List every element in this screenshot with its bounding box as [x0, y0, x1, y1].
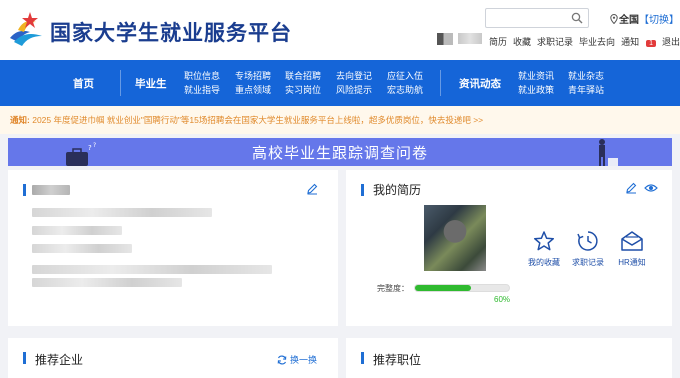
- favorites-action[interactable]: 我的收藏: [526, 230, 562, 268]
- site-title[interactable]: 国家大学生就业服务平台: [50, 17, 292, 47]
- notice-bar[interactable]: 通知: 2025 年度促进巾帼 就业创业"国聘行动"等15场招聘会在国家大学生就…: [0, 106, 680, 134]
- main-nav: 首页 毕业生 职位信息 就业指导 专场招聘 重点领域 联合招聘 实习岗位 去向登…: [0, 60, 680, 106]
- refresh-label: 换一换: [290, 355, 318, 365]
- nav-employment-policy[interactable]: 就业政策: [518, 83, 554, 97]
- nav-group-5: 应征入伍 宏志助航: [387, 69, 423, 97]
- resume-photo[interactable]: [424, 205, 486, 271]
- completeness-progress-fill: [415, 285, 472, 291]
- nav-employment-news[interactable]: 就业资讯: [518, 69, 554, 83]
- profile-info-line: [32, 244, 132, 253]
- profile-name: [32, 185, 70, 195]
- user-name[interactable]: [458, 33, 482, 44]
- nav-joint-recruitment[interactable]: 联合招聘: [285, 69, 321, 83]
- job-record-action[interactable]: 求职记录: [570, 230, 606, 268]
- nav-internship[interactable]: 实习岗位: [285, 83, 321, 97]
- card-accent-bar: [361, 184, 364, 196]
- logout-link[interactable]: 退出: [662, 37, 680, 47]
- profile-info-line: [32, 278, 182, 287]
- refresh-button[interactable]: 换一换: [277, 353, 317, 366]
- completeness-label: 完整度：: [377, 284, 409, 293]
- completeness-percent: 60%: [494, 295, 511, 304]
- person-figure-icon: [599, 139, 618, 166]
- nav-group-6: 就业资讯 就业政策: [518, 69, 554, 97]
- resume-link[interactable]: 简历: [489, 37, 507, 47]
- nav-special-recruitment[interactable]: 专场招聘: [235, 69, 271, 83]
- nav-divider: [120, 70, 121, 96]
- card-accent-bar: [361, 352, 364, 364]
- profile-info-line: [32, 265, 272, 274]
- location-pin-icon: [610, 14, 618, 24]
- nav-job-info[interactable]: 职位信息: [184, 69, 220, 83]
- recommend-job-card: 推荐职位: [346, 338, 672, 378]
- favorites-action-label: 我的收藏: [528, 258, 560, 267]
- edit-icon[interactable]: [625, 182, 637, 194]
- job-record-action-label: 求职记录: [572, 258, 604, 267]
- profile-info-line: [32, 226, 122, 235]
- hr-notice-action-label: HR通知: [618, 258, 646, 267]
- profile-info-line: [32, 208, 212, 217]
- nav-divider: [440, 70, 441, 96]
- banner-title: 高校毕业生跟踪调查问卷: [251, 145, 428, 162]
- notice-text[interactable]: 2025 年度促进巾帼 就业创业"国聘行动"等15场招聘会在国家大学生就业服务平…: [32, 115, 483, 125]
- nav-group-7: 就业杂志 青年驿站: [568, 69, 604, 97]
- nav-group-2: 专场招聘 重点领域: [235, 69, 271, 97]
- location-switch-link[interactable]: 【切换】: [639, 15, 679, 26]
- nav-risk-warning[interactable]: 风险提示: [336, 83, 372, 97]
- site-logo-icon[interactable]: [8, 8, 44, 48]
- nav-group-3: 联合招聘 实习岗位: [285, 69, 321, 97]
- recommend-company-title: 推荐企业: [35, 353, 84, 367]
- mail-icon: [621, 231, 643, 251]
- nav-key-fields[interactable]: 重点领域: [235, 83, 271, 97]
- survey-banner[interactable]: ? ? 高校毕业生跟踪调查问卷: [8, 138, 672, 166]
- notification-badge: 1: [646, 40, 656, 47]
- completeness-progress: [414, 284, 510, 292]
- user-links: 简历 收藏 求职记录 毕业去向 通知 1 退出: [489, 35, 680, 48]
- nav-group-4: 去向登记 风险提示: [336, 69, 372, 97]
- location-selector[interactable]: 全国【切换】: [610, 11, 679, 26]
- nav-home[interactable]: 首页: [73, 76, 94, 91]
- nav-graduate[interactable]: 毕业生: [135, 76, 167, 91]
- nav-group-1: 职位信息 就业指导: [184, 69, 220, 97]
- refresh-icon: [277, 355, 287, 365]
- nav-hongzhi-aid[interactable]: 宏志助航: [387, 83, 423, 97]
- card-accent-bar: [23, 352, 26, 364]
- header: 国家大学生就业服务平台 全国【切换】 简历 收藏 求职记录 毕业去向 通知 1 退出: [0, 0, 680, 60]
- clock-icon: [577, 231, 598, 251]
- notice-label: 通知:: [10, 115, 30, 125]
- nav-dynamics[interactable]: 资讯动态: [459, 76, 501, 91]
- nav-youth-station[interactable]: 青年驿站: [568, 83, 604, 97]
- notification-link[interactable]: 通知 1: [621, 37, 656, 47]
- job-record-link[interactable]: 求职记录: [537, 37, 573, 47]
- search-input[interactable]: [485, 8, 589, 28]
- favorites-link[interactable]: 收藏: [513, 37, 531, 47]
- nav-enlistment[interactable]: 应征入伍: [387, 69, 423, 83]
- notification-label: 通知: [621, 37, 640, 47]
- resume-title: 我的简历: [373, 183, 422, 197]
- user-avatar[interactable]: [437, 33, 453, 45]
- location-city: 全国: [619, 15, 639, 26]
- hr-notice-action[interactable]: HR通知: [614, 230, 650, 268]
- star-icon: [533, 231, 555, 251]
- nav-career-guide[interactable]: 就业指导: [184, 83, 220, 97]
- card-accent-bar: [23, 184, 26, 196]
- nav-employment-magazine[interactable]: 就业杂志: [568, 69, 604, 83]
- search-icon[interactable]: [571, 12, 583, 24]
- recommend-job-title: 推荐职位: [373, 353, 422, 367]
- nav-destination-register[interactable]: 去向登记: [336, 69, 372, 83]
- profile-card: [8, 170, 338, 326]
- edit-icon[interactable]: [306, 183, 318, 195]
- destination-link[interactable]: 毕业去向: [579, 37, 615, 47]
- eye-icon[interactable]: [644, 182, 658, 194]
